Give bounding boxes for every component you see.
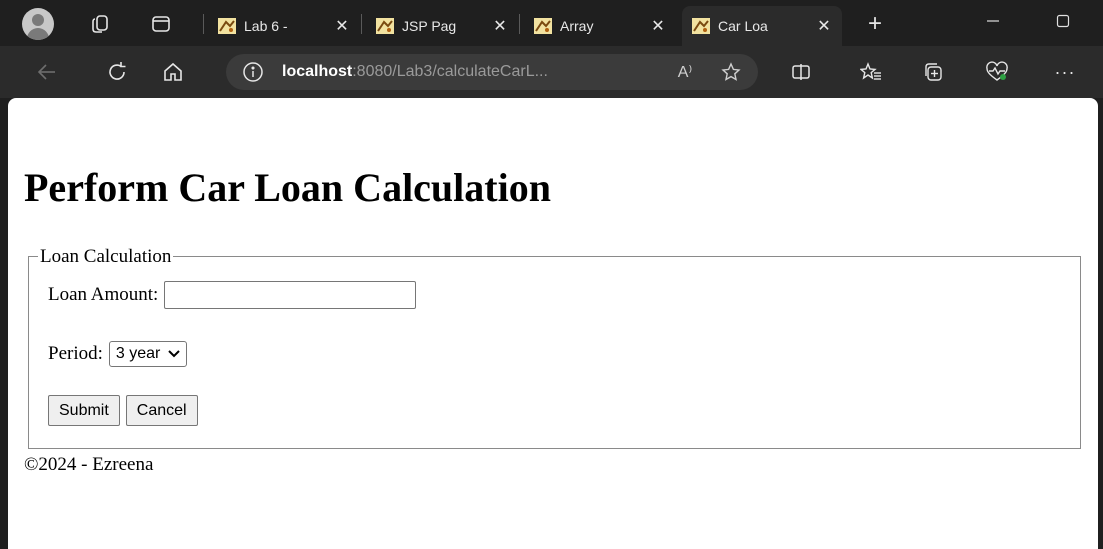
address-bar[interactable]: localhost:8080/Lab3/calculateCarL... A⁾ bbox=[226, 54, 758, 90]
jsp-favicon-icon bbox=[218, 18, 236, 34]
tab-separator bbox=[361, 14, 362, 34]
browser-toolbar: localhost:8080/Lab3/calculateCarL... A⁾ … bbox=[0, 46, 1103, 98]
profile-avatar-icon[interactable] bbox=[22, 8, 54, 40]
maximize-icon[interactable] bbox=[1040, 6, 1086, 36]
tab-label: Car Loa bbox=[718, 18, 768, 34]
read-aloud-icon[interactable]: A⁾ bbox=[672, 59, 698, 85]
loan-calculation-fieldset: Loan Calculation Loan Amount: Period: 3 … bbox=[28, 247, 1081, 449]
refresh-icon[interactable] bbox=[102, 57, 132, 87]
url-path: :8080/Lab3/calculateCarL... bbox=[352, 63, 548, 80]
loan-amount-input[interactable] bbox=[164, 281, 417, 309]
tab-separator bbox=[519, 14, 520, 34]
browser-essentials-icon[interactable] bbox=[982, 57, 1012, 87]
tab-jsp-page[interactable]: JSP Pag ✕ bbox=[366, 6, 518, 46]
favorite-star-icon[interactable] bbox=[718, 59, 744, 85]
site-info-icon[interactable] bbox=[240, 59, 266, 85]
url-host: localhost bbox=[282, 63, 353, 80]
back-arrow-icon[interactable] bbox=[32, 57, 62, 87]
more-options-icon[interactable]: ··· bbox=[1050, 57, 1080, 87]
collections-icon[interactable] bbox=[918, 57, 948, 87]
cancel-button[interactable]: Cancel bbox=[125, 395, 198, 426]
close-icon[interactable]: ✕ bbox=[816, 16, 832, 36]
jsp-favicon-icon bbox=[376, 18, 394, 34]
favorites-icon[interactable] bbox=[856, 57, 886, 87]
close-icon[interactable]: ✕ bbox=[650, 16, 666, 36]
minimize-icon[interactable] bbox=[970, 6, 1016, 36]
jsp-favicon-icon bbox=[692, 18, 710, 34]
page-title: Perform Car Loan Calculation bbox=[24, 165, 551, 210]
close-icon[interactable]: ✕ bbox=[334, 16, 350, 36]
split-screen-icon[interactable] bbox=[786, 57, 816, 87]
home-icon[interactable] bbox=[158, 57, 188, 87]
new-tab-button[interactable]: + bbox=[860, 9, 890, 39]
tab-label: Array bbox=[560, 18, 594, 34]
form-actions-row: Submit Cancel bbox=[48, 395, 204, 426]
loan-amount-row: Loan Amount: bbox=[48, 281, 417, 309]
close-icon[interactable]: ✕ bbox=[492, 16, 508, 36]
workspaces-icon[interactable] bbox=[86, 9, 116, 39]
tab-lab6[interactable]: Lab 6 - ✕ bbox=[208, 6, 360, 46]
period-selected-value: 3 year bbox=[115, 345, 161, 362]
tab-array[interactable]: Array ✕ bbox=[524, 6, 676, 46]
tab-car-loan[interactable]: Car Loa ✕ bbox=[682, 6, 842, 46]
jsp-favicon-icon bbox=[534, 18, 552, 34]
tab-separator bbox=[203, 14, 204, 34]
chevron-down-icon bbox=[168, 347, 181, 361]
loan-amount-label: Loan Amount: bbox=[48, 284, 159, 305]
tab-label: JSP Pag bbox=[402, 18, 457, 34]
page-viewport: Perform Car Loan Calculation Loan Calcul… bbox=[8, 98, 1098, 549]
fieldset-legend: Loan Calculation bbox=[38, 246, 174, 267]
url-text[interactable]: localhost:8080/Lab3/calculateCarL... bbox=[282, 63, 548, 81]
tab-label: Lab 6 - bbox=[244, 18, 288, 34]
browser-title-bar: Lab 6 - ✕ JSP Pag ✕ Array ✕ Car Loa ✕ + bbox=[0, 0, 1103, 46]
period-row: Period: 3 year bbox=[48, 341, 188, 367]
page-footer: ©2024 - Ezreena bbox=[24, 454, 154, 475]
period-select[interactable]: 3 year bbox=[108, 341, 188, 367]
tab-actions-icon[interactable] bbox=[146, 9, 176, 39]
period-label: Period: bbox=[48, 343, 103, 364]
submit-button[interactable]: Submit bbox=[48, 395, 120, 426]
